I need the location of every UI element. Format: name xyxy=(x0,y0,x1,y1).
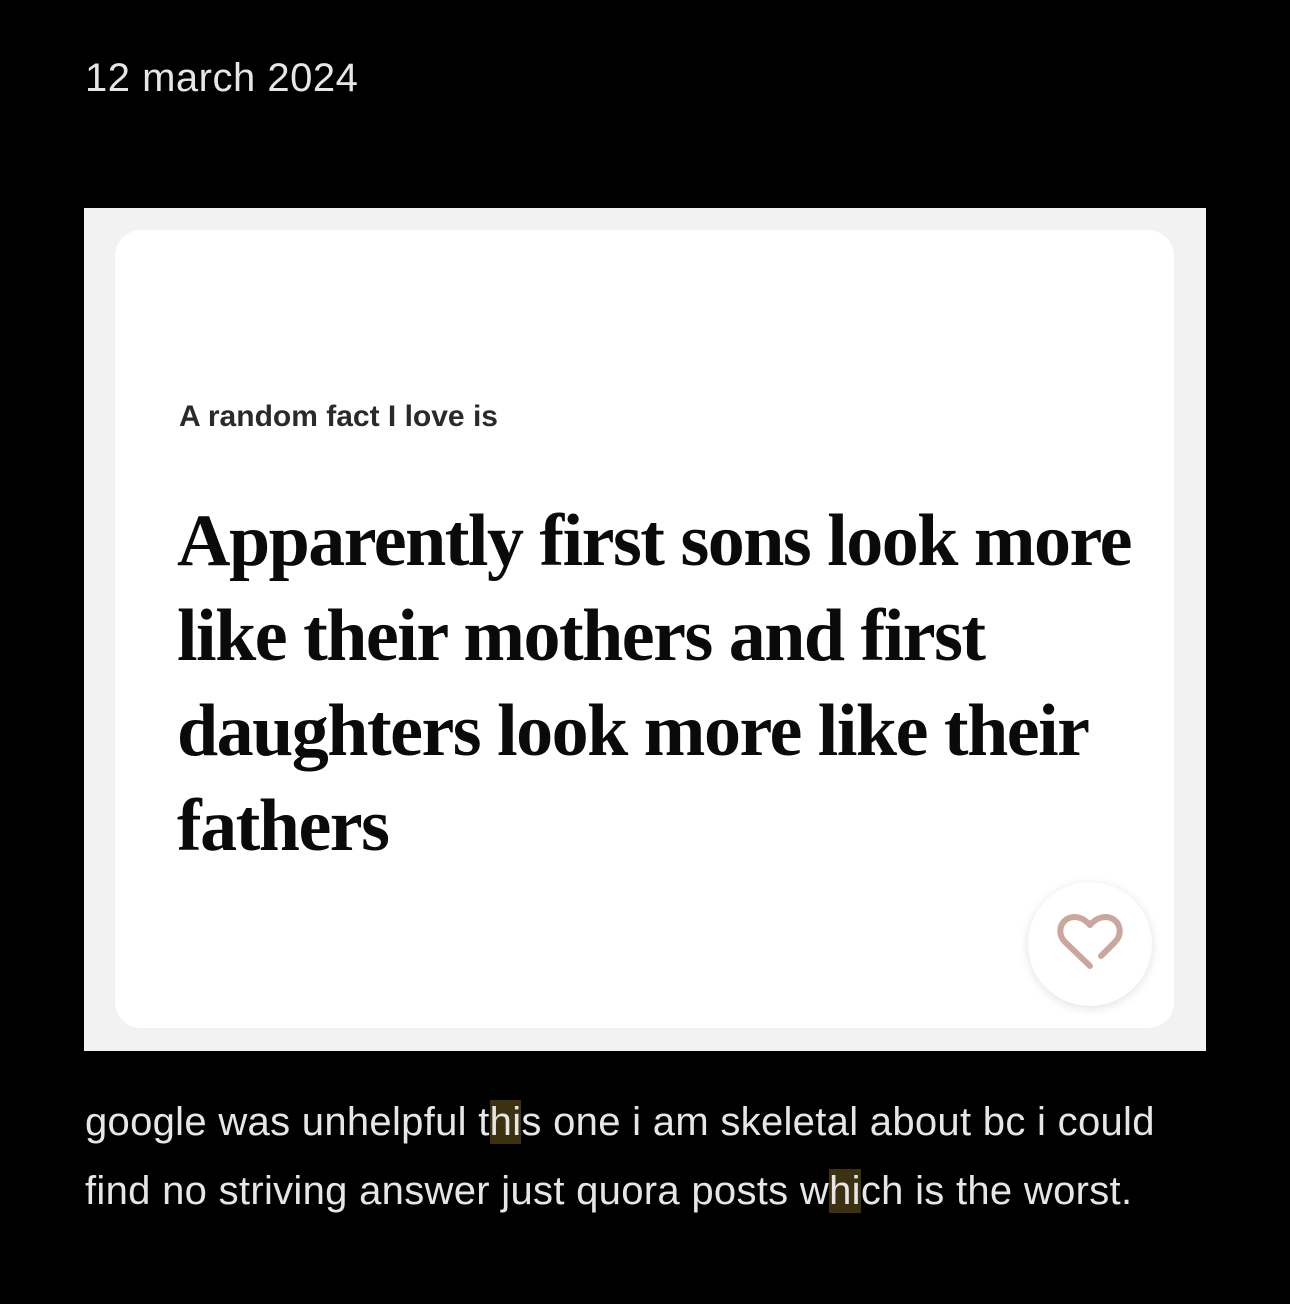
caption-highlight: hi xyxy=(829,1169,861,1213)
prompt-answer: Apparently first sons look more like the… xyxy=(177,500,1132,867)
post-date: 12 march 2024 xyxy=(85,56,359,100)
prompt-card: A random fact I love is Apparently first… xyxy=(115,230,1174,1028)
prompt-label: A random fact I love is xyxy=(179,400,498,433)
prompt-card-frame: A random fact I love is Apparently first… xyxy=(84,208,1206,1051)
caption-text: ch is the worst. xyxy=(860,1169,1133,1213)
caption-highlight: hi xyxy=(489,1100,522,1144)
heart-icon xyxy=(1057,912,1123,977)
like-button[interactable] xyxy=(1028,882,1152,1006)
page: 12 march 2024 A random fact I love is Ap… xyxy=(0,0,1290,1304)
caption-text: google was unhelpful t xyxy=(85,1100,490,1144)
post-caption: google was unhelpful this one i am skele… xyxy=(85,1088,1215,1226)
